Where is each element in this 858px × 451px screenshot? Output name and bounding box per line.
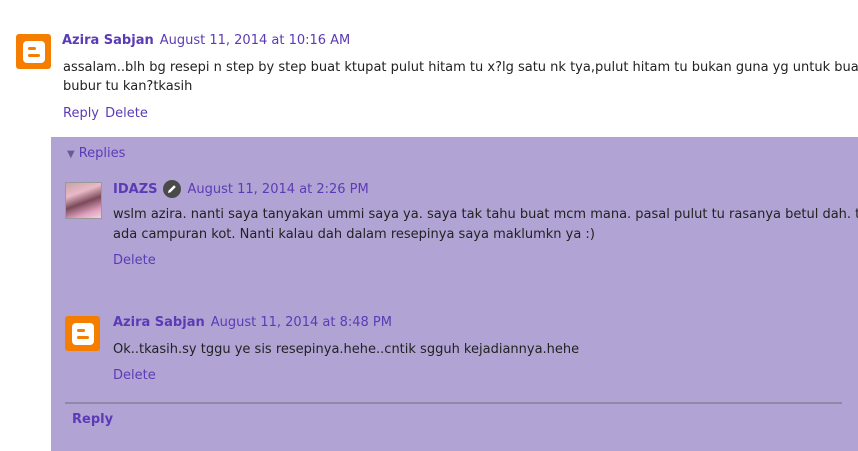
reply-footer: Reply [72, 412, 113, 427]
pencil-icon [168, 185, 177, 193]
delete-link[interactable]: Delete [105, 106, 148, 121]
delete-link[interactable]: Delete [113, 368, 156, 383]
comment-thread-root: Azira Sabjan August 11, 2014 at 10:16 AM … [0, 0, 858, 138]
blogger-avatar-icon[interactable] [65, 316, 100, 351]
comment-body-line-2: bubur tu kan?tkasih [63, 79, 193, 94]
comment-header: Azira Sabjan August 11, 2014 at 10:16 AM [62, 33, 350, 48]
comment-body-line-1: assalam..blh bg resepi n step by step bu… [63, 60, 858, 75]
caret-down-icon: ▼ [67, 149, 75, 160]
replies-divider [65, 402, 842, 404]
replies-toggle[interactable]: ▼ Replies [67, 146, 125, 161]
comment-timestamp-link[interactable]: August 11, 2014 at 10:16 AM [160, 33, 351, 48]
reply-header: Azira Sabjan August 11, 2014 at 8:48 PM [113, 315, 392, 330]
comment-author-link[interactable]: Azira Sabjan [62, 33, 154, 48]
reply-link[interactable]: Reply [63, 106, 99, 121]
reply-timestamp-link[interactable]: August 11, 2014 at 2:26 PM [187, 182, 368, 197]
reply-body-line-2: ada campuran kot. Nanti kalau dah dalam … [113, 227, 595, 242]
reply-header: IDAZS August 11, 2014 at 2:26 PM [113, 180, 369, 198]
reply-actions: Delete [113, 253, 156, 268]
reply-timestamp-link[interactable]: August 11, 2014 at 8:48 PM [211, 315, 392, 330]
reply-author-link[interactable]: IDAZS [113, 182, 157, 197]
reply-body-line-1: Ok..tkasih.sy tggu ye sis resepinya.hehe… [113, 342, 580, 357]
blogger-avatar-icon[interactable] [16, 34, 51, 69]
reply-body-line-1: wslm azira. nanti saya tanyakan ummi say… [113, 207, 858, 222]
reply-actions: Delete [113, 368, 156, 383]
reply-author-link[interactable]: Azira Sabjan [113, 315, 205, 330]
comment-actions: Reply Delete [63, 106, 148, 121]
blogger-icon [71, 322, 94, 345]
delete-link[interactable]: Delete [113, 253, 156, 268]
reply-button[interactable]: Reply [72, 412, 113, 427]
blog-author-badge [163, 180, 182, 198]
replies-toggle-label[interactable]: Replies [79, 146, 126, 161]
blogger-icon [22, 40, 45, 63]
replies-panel: ▼ Replies IDAZS August 11, 2014 at 2:26 P… [51, 137, 858, 451]
user-photo-avatar[interactable] [65, 182, 102, 219]
